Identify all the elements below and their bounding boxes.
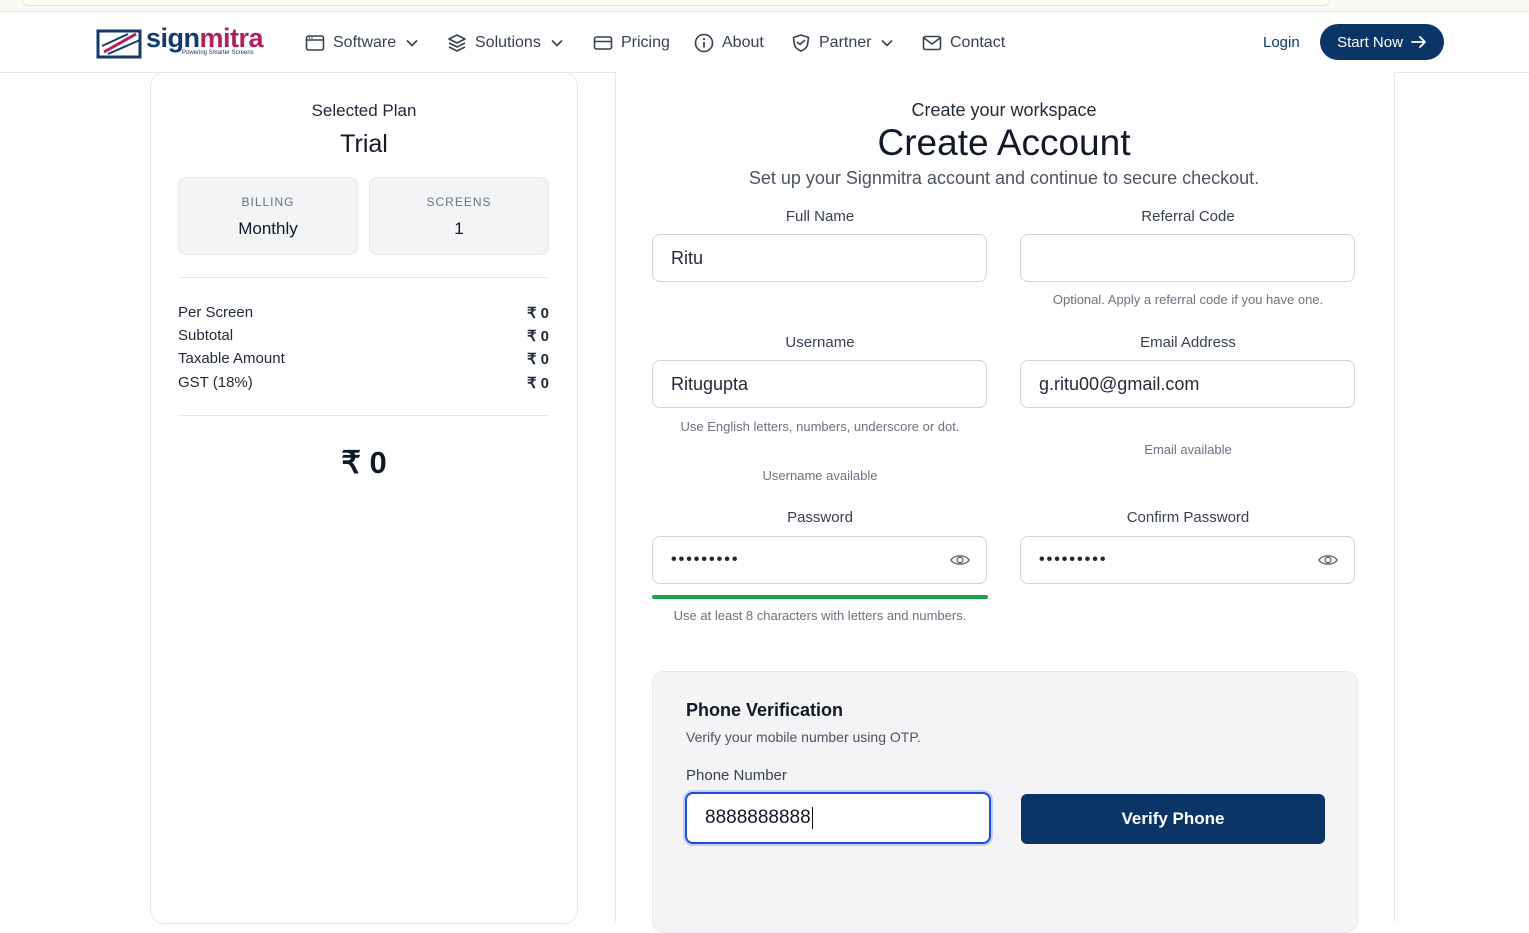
top-navigation: signmitra Powering Smarter Screens Softw…	[0, 12, 1529, 73]
browser-top-strip	[0, 0, 1529, 12]
row-amount: ₹ 0	[526, 375, 549, 392]
nav-partner-label: Partner	[819, 34, 872, 51]
verify-phone-button[interactable]: Verify Phone	[1021, 794, 1325, 844]
nav-pricing[interactable]: Pricing	[593, 31, 670, 55]
eye-icon[interactable]	[1318, 552, 1338, 568]
card-icon	[593, 36, 613, 50]
password-hint: Use at least 8 characters with letters a…	[673, 608, 967, 623]
total-amount: ₹ 0	[341, 445, 387, 480]
confirm-password-label: Confirm Password	[1126, 509, 1250, 526]
row-label: GST (18%)	[178, 374, 253, 391]
start-now-button[interactable]: Start Now	[1320, 24, 1444, 60]
layers-icon	[448, 34, 466, 52]
nav-pricing-label: Pricing	[621, 34, 670, 51]
nav-about[interactable]: About	[694, 31, 764, 55]
row-label: Per Screen	[178, 304, 254, 321]
price-row: Subtotal ₹ 0	[178, 327, 549, 345]
nav-partner[interactable]: Partner	[791, 31, 894, 55]
nav-solutions-label: Solutions	[475, 34, 541, 51]
billing-box: BILLING Monthly	[178, 177, 358, 255]
selected-plan-label: Selected Plan	[311, 101, 417, 120]
row-label: Subtotal	[178, 327, 234, 344]
phone-verification-panel: Phone Verification Verify your mobile nu…	[652, 671, 1358, 933]
billing-key: BILLING	[241, 195, 295, 209]
username-label: Username	[785, 334, 855, 351]
screens-key: SCREENS	[426, 195, 492, 209]
nav-contact-label: Contact	[950, 34, 1006, 51]
chevron-down-icon	[881, 39, 894, 47]
chevron-down-icon	[406, 39, 418, 47]
logo-word-mitra: mitra	[199, 23, 264, 53]
referral-code-label: Referral Code	[1141, 208, 1235, 225]
referral-hint: Optional. Apply a referral code if you h…	[1052, 292, 1324, 307]
row-amount: ₹ 0	[526, 328, 549, 345]
login-link[interactable]: Login	[1263, 34, 1300, 51]
divider	[178, 415, 549, 416]
row-amount: ₹ 0	[526, 305, 549, 322]
price-row: GST (18%) ₹ 0	[178, 374, 549, 392]
price-row: Taxable Amount ₹ 0	[178, 350, 549, 368]
screens-value: 1	[454, 219, 464, 238]
form-eyebrow: Create your workspace	[911, 100, 1097, 120]
divider	[178, 277, 549, 278]
password-input[interactable]: •••••••••	[652, 536, 987, 584]
handshake-shield-icon	[792, 34, 810, 52]
nav-contact[interactable]: Contact	[922, 31, 1005, 55]
username-input[interactable]: Ritugupta	[652, 360, 987, 408]
price-row: Per Screen ₹ 0	[178, 304, 549, 322]
form-title: Create Account	[877, 122, 1131, 163]
password-strength-bar	[652, 595, 988, 599]
confirm-password-input[interactable]: •••••••••	[1020, 536, 1355, 584]
billing-value: Monthly	[238, 219, 298, 238]
full-name-input[interactable]: Ritu	[652, 234, 987, 282]
phone-number-label: Phone Number	[686, 767, 787, 784]
phone-verification-title: Phone Verification	[686, 700, 844, 720]
nav-software[interactable]: Software	[305, 31, 418, 55]
password-mask: •••••••••	[671, 551, 740, 568]
phone-number-input[interactable]: 8888888888	[685, 792, 991, 844]
arrow-right-icon	[1411, 36, 1426, 48]
info-icon	[694, 33, 714, 53]
form-subtitle: Set up your Signmitra account and contin…	[748, 168, 1260, 188]
eye-icon[interactable]	[950, 552, 970, 568]
chevron-down-icon	[551, 39, 563, 47]
start-now-label: Start Now	[1337, 33, 1403, 51]
mail-icon	[922, 35, 942, 51]
email-status: Email available	[1144, 442, 1232, 457]
phone-verification-subtitle: Verify your mobile number using OTP.	[686, 729, 921, 745]
password-label: Password	[787, 509, 853, 526]
screens-box: SCREENS 1	[369, 177, 549, 255]
plan-summary-card: Selected Plan Trial BILLING Monthly SCRE…	[150, 72, 578, 924]
row-label: Taxable Amount	[178, 350, 285, 367]
text-caret	[811, 807, 813, 829]
address-bar-edge	[22, 0, 1330, 6]
email-label: Email Address	[1140, 334, 1236, 351]
plan-name: Trial	[340, 130, 388, 158]
logo-mark-icon	[96, 29, 142, 59]
username-status: Username available	[762, 468, 878, 483]
referral-code-input[interactable]	[1020, 234, 1355, 282]
signmitra-logo[interactable]: signmitra Powering Smarter Screens	[96, 23, 266, 62]
nav-software-label: Software	[333, 34, 397, 51]
logo-word-sign: sign	[146, 23, 200, 53]
username-hint: Use English letters, numbers, underscore…	[680, 419, 960, 434]
logo-tagline: Powering Smarter Screens	[182, 50, 254, 56]
email-input[interactable]: g.ritu00@gmail.com	[1020, 360, 1355, 408]
window-icon	[305, 35, 325, 51]
row-amount: ₹ 0	[526, 351, 549, 368]
confirm-password-mask: •••••••••	[1039, 551, 1108, 568]
phone-number-value: 8888888888	[705, 807, 811, 828]
full-name-label: Full Name	[785, 208, 855, 225]
nav-about-label: About	[722, 34, 764, 51]
nav-solutions[interactable]: Solutions	[447, 31, 563, 55]
